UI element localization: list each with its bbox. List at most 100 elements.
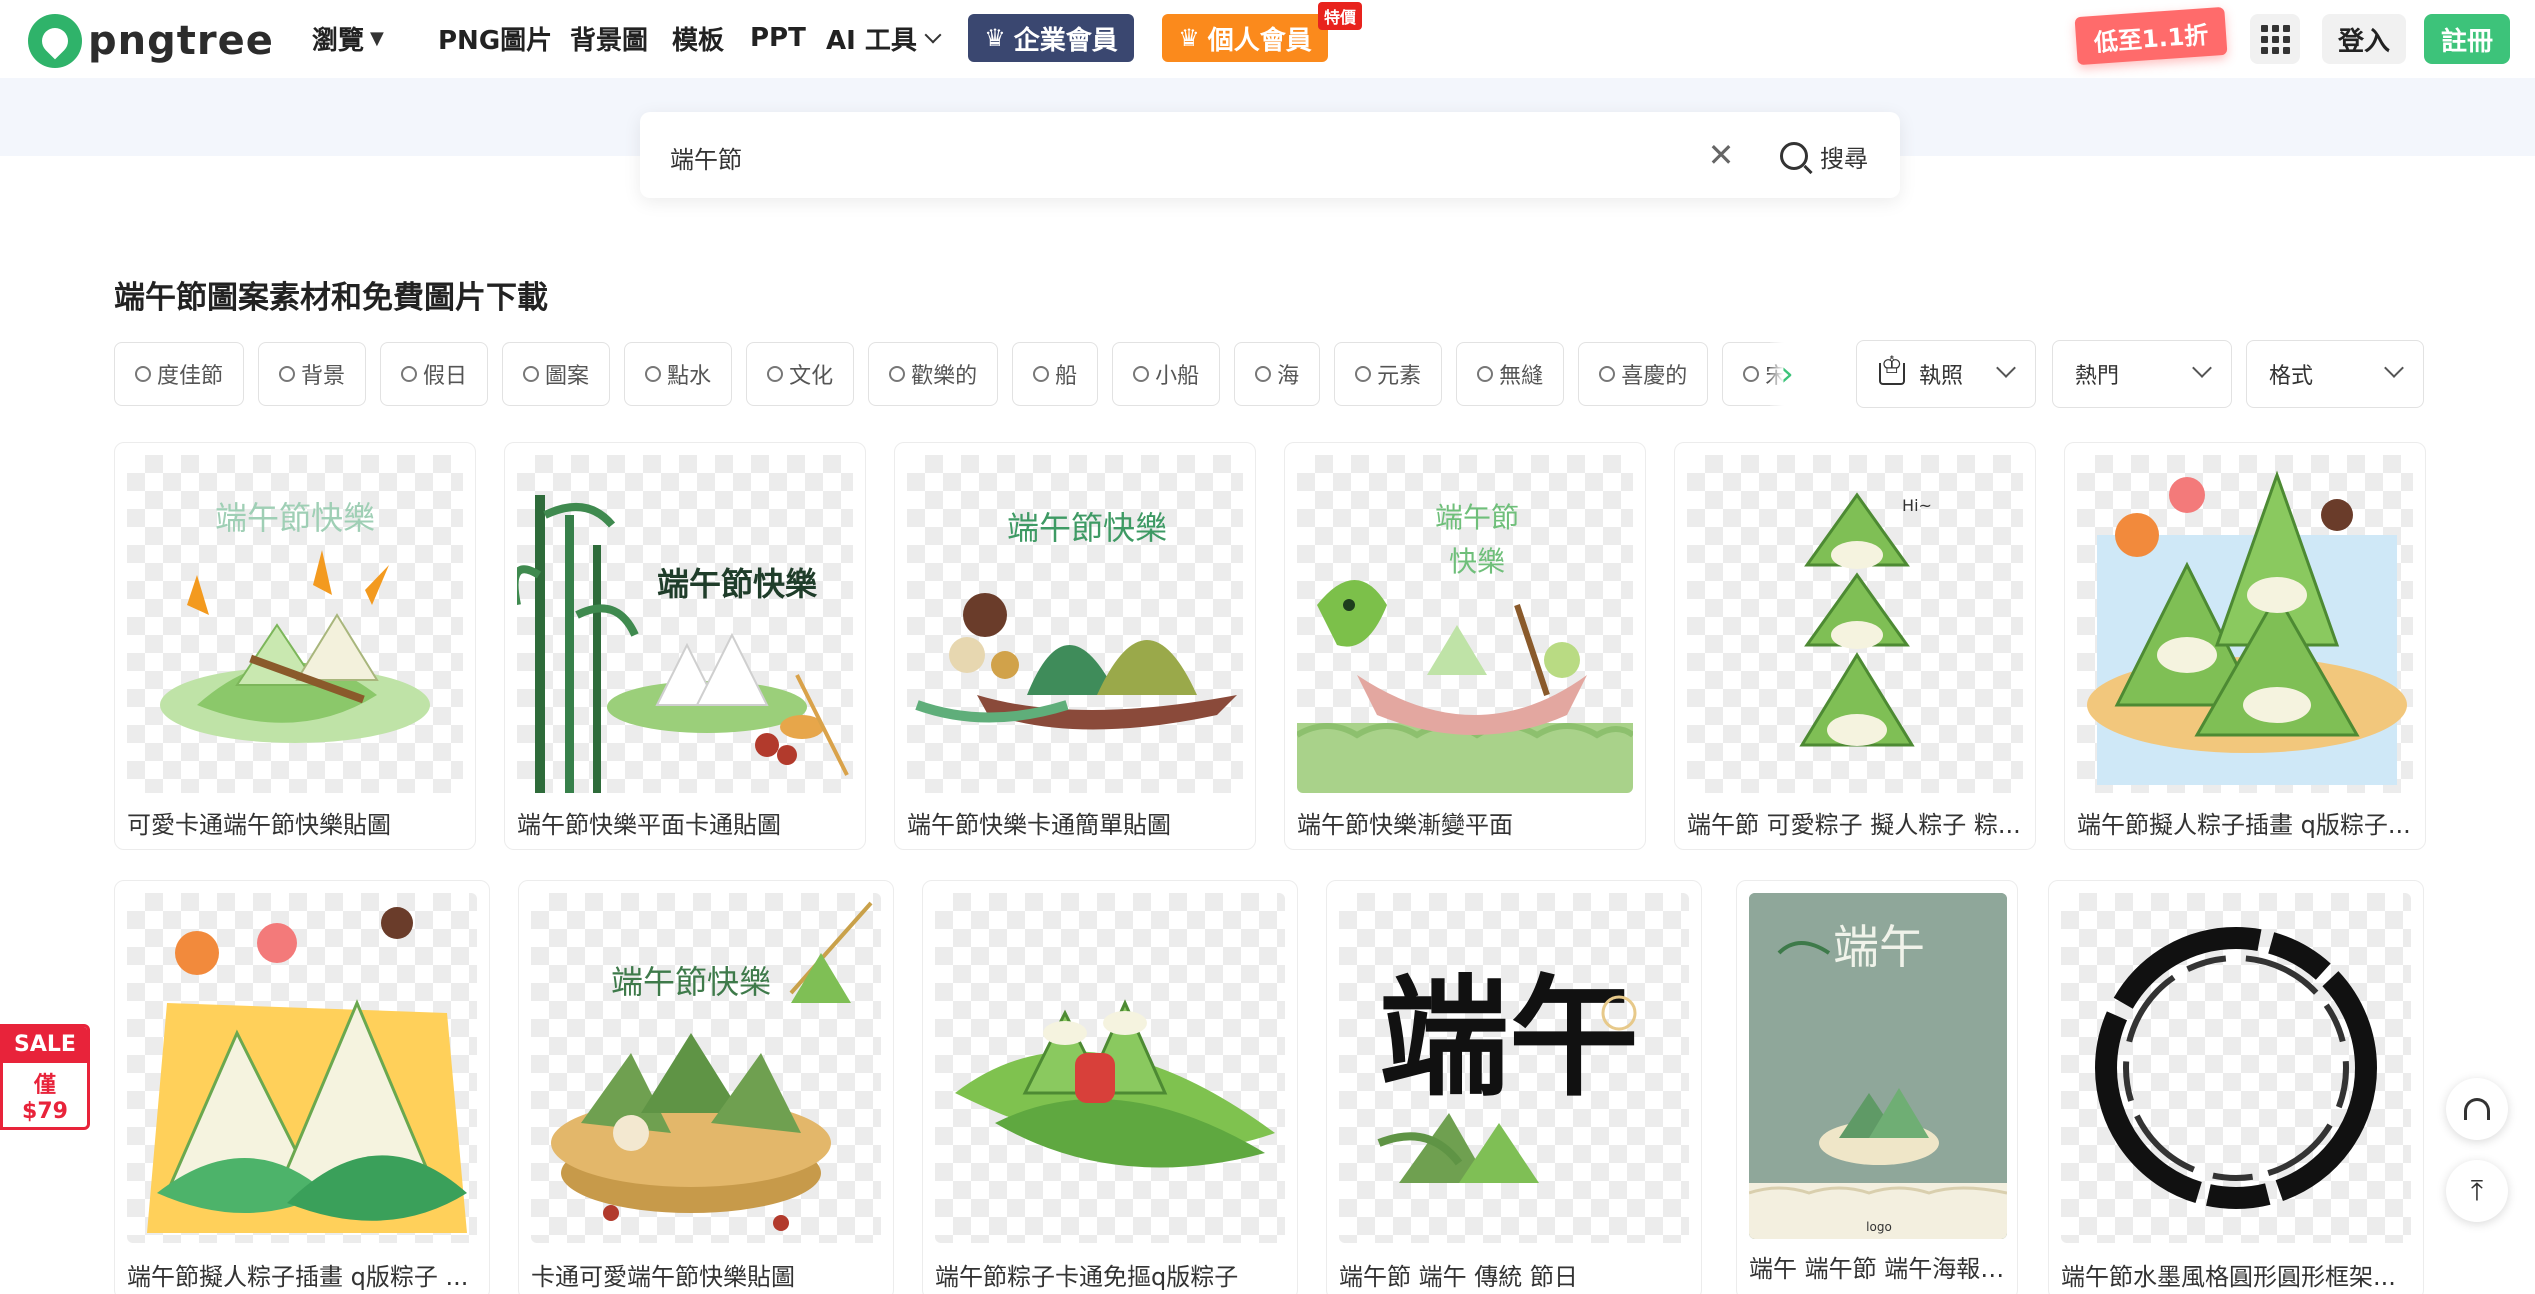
tag-chip[interactable]: 船 xyxy=(1012,342,1099,406)
tag-chip[interactable]: 點水 xyxy=(624,342,733,406)
pngtree-logo[interactable]: pngtree xyxy=(28,14,274,68)
image-card[interactable]: 端午節擬人粽子插畫 q版粽子... xyxy=(2064,442,2426,850)
card-title[interactable]: 端午節 可愛粽子 擬人粽子 粽... xyxy=(1687,805,2023,840)
tag-chip[interactable]: 無縫 xyxy=(1456,342,1565,406)
card-title[interactable]: 端午節水墨風格圓形圓形框架... xyxy=(2061,1257,2411,1292)
chevron-down-icon xyxy=(2192,358,2212,378)
tag-chip[interactable]: 喜慶的 xyxy=(1578,342,1709,406)
tag-chip[interactable]: 歡樂的 xyxy=(868,342,999,406)
card-title[interactable]: 端午節快樂卡通簡單貼圖 xyxy=(907,805,1243,840)
nav-browse[interactable]: 瀏覽 ▼ xyxy=(312,18,384,58)
zongzi-characters-illustration xyxy=(147,907,467,1233)
crown-icon: ♛ xyxy=(1178,24,1200,52)
card-title[interactable]: 端午 端午節 端午海報 ... xyxy=(1749,1249,2007,1284)
image-card[interactable]: 端午節水墨風格圓形圓形框架... xyxy=(2048,880,2424,1294)
tag-label: 文化 xyxy=(789,364,834,389)
search-button[interactable]: 搜尋 xyxy=(1780,134,1868,178)
card-thumbnail[interactable]: 端午節 快樂 xyxy=(1297,455,1633,793)
search-icon xyxy=(1743,366,1760,382)
card-thumbnail[interactable] xyxy=(935,893,1285,1243)
card-thumbnail[interactable]: 端午 xyxy=(1339,893,1689,1243)
tag-chip[interactable]: 小船 xyxy=(1112,342,1221,406)
sale-price: $79 xyxy=(22,1099,68,1124)
tag-chip[interactable]: 海 xyxy=(1234,342,1321,406)
card-thumbnail[interactable]: Hi~ xyxy=(1687,455,2023,793)
related-tags: 度佳節 背景 假日 圖案 點水 文化 歡樂的 船 小船 海 元素 無縫 喜慶的 … xyxy=(114,342,1804,406)
tag-chip[interactable]: 假日 xyxy=(380,342,489,406)
sale-float-banner[interactable]: SALE 僅 $79 xyxy=(0,1024,90,1130)
card-thumbnail[interactable]: 端午節快樂 xyxy=(531,893,881,1243)
tag-chip[interactable]: 圖案 xyxy=(502,342,611,406)
image-card[interactable]: 端午節粽子卡通免摳q版粽子 xyxy=(922,880,1298,1294)
nav-ai-tools[interactable]: AI 工具 xyxy=(826,18,942,58)
license-filter[interactable]: 執照 xyxy=(1856,340,2036,408)
license-filter-label: 執照 xyxy=(1919,364,1964,389)
headset-icon xyxy=(2464,1098,2490,1120)
card-title[interactable]: 可愛卡通端午節快樂貼圖 xyxy=(127,805,463,840)
image-card[interactable]: 端午節 快樂 端午節快樂漸變平面 xyxy=(1284,442,1646,850)
customer-service-button[interactable] xyxy=(2446,1078,2508,1140)
svg-text:端午節快樂: 端午節快樂 xyxy=(657,565,818,603)
nav-backgrounds[interactable]: 背景圖 xyxy=(570,18,648,58)
arrow-up-icon: ⤒ xyxy=(2470,1174,2484,1207)
tag-chip[interactable]: 度佳節 xyxy=(114,342,245,406)
card-title[interactable]: 端午節擬人粽子插畫 q版粽子 ... xyxy=(127,1257,477,1292)
tag-label: 海 xyxy=(1277,364,1300,389)
steamer-zongzi-illustration: 端午節快樂 xyxy=(551,901,873,1231)
svg-text:端午: 端午 xyxy=(1833,920,1925,974)
tag-chip[interactable]: 元素 xyxy=(1334,342,1443,406)
image-card[interactable]: 端午節快樂 卡通可愛端午節快樂貼圖 xyxy=(518,880,894,1294)
image-card[interactable]: 端午節快樂 端午節快樂卡通簡單貼圖 xyxy=(894,442,1256,850)
search-icon xyxy=(1599,366,1616,382)
card-title[interactable]: 端午節快樂漸變平面 xyxy=(1297,805,1633,840)
image-card[interactable]: 端午節快樂 端午節快樂平面卡通貼圖 xyxy=(504,442,866,850)
card-title[interactable]: 卡通可愛端午節快樂貼圖 xyxy=(531,1257,881,1292)
login-button[interactable]: 登入 xyxy=(2322,14,2406,64)
card-title[interactable]: 端午節粽子卡通免摳q版粽子 xyxy=(935,1257,1285,1292)
personal-member-button[interactable]: ♛ 個人會員 xyxy=(1162,14,1328,62)
calligraphy-duanwu-illustration: 端午 xyxy=(1377,961,1639,1183)
card-thumbnail[interactable]: 端午 logo xyxy=(1749,893,2007,1239)
apps-grid-icon[interactable] xyxy=(2250,14,2300,64)
enterprise-member-button[interactable]: ♛ 企業會員 xyxy=(968,14,1134,62)
nav-png[interactable]: PNG圖片 xyxy=(438,18,552,58)
image-card[interactable]: 端午 logo 端午 端午節 端午海報 ... xyxy=(1736,880,2018,1294)
chevron-right-icon[interactable]: › xyxy=(1770,342,1804,406)
top-header: pngtree 瀏覽 ▼ PNG圖片 背景圖 模板 PPT AI 工具 ♛ 企業會… xyxy=(0,0,2535,78)
crown-icon xyxy=(1879,351,1905,385)
register-button[interactable]: 註冊 xyxy=(2424,14,2510,64)
card-thumbnail[interactable]: 端午節快樂 xyxy=(517,455,853,793)
discount-promo-button[interactable]: 低至1.1折 xyxy=(2074,6,2228,66)
search-input[interactable]: 端午節 xyxy=(670,140,742,175)
enterprise-member-label: 企業會員 xyxy=(1013,25,1118,56)
dragon-boat-illustration: 端午節 快樂 xyxy=(1297,501,1633,793)
format-filter-label: 格式 xyxy=(2269,364,2314,389)
nav-ppt[interactable]: PPT xyxy=(750,18,806,58)
image-card[interactable]: 端午節快樂 可愛卡通端午節快樂貼圖 xyxy=(114,442,476,850)
search-icon xyxy=(401,366,418,382)
tag-chip[interactable]: 文化 xyxy=(746,342,855,406)
image-card[interactable]: Hi~ 端午節 可愛粽子 擬人粽子 粽... xyxy=(1674,442,2036,850)
format-filter[interactable]: 格式 xyxy=(2246,340,2424,408)
tag-label: 船 xyxy=(1055,364,1078,389)
image-card[interactable]: 端午節擬人粽子插畫 q版粽子 ... xyxy=(114,880,490,1294)
card-title[interactable]: 端午節擬人粽子插畫 q版粽子... xyxy=(2077,805,2413,840)
back-to-top-button[interactable]: ⤒ xyxy=(2446,1160,2508,1222)
close-icon[interactable]: ✕ xyxy=(1704,138,1738,172)
card-thumbnail[interactable] xyxy=(2077,455,2413,793)
card-thumbnail[interactable] xyxy=(2061,893,2411,1243)
tag-label: 元素 xyxy=(1377,364,1422,389)
duanwu-poster-illustration: 端午 logo xyxy=(1749,893,2007,1239)
sort-filter[interactable]: 熱門 xyxy=(2052,340,2232,408)
nav-templates[interactable]: 模板 xyxy=(672,18,724,58)
card-thumbnail[interactable] xyxy=(127,893,477,1243)
tag-label: 點水 xyxy=(667,364,712,389)
card-thumbnail[interactable]: 端午節快樂 xyxy=(127,455,463,793)
card-title[interactable]: 端午節快樂平面卡通貼圖 xyxy=(517,805,853,840)
chevron-down-icon xyxy=(1996,358,2016,378)
tag-chip[interactable]: 背景 xyxy=(258,342,367,406)
card-title[interactable]: 端午節 端午 傳統 節日 xyxy=(1339,1257,1689,1292)
card-thumbnail[interactable]: 端午節快樂 xyxy=(907,455,1243,793)
tag-label: 歡樂的 xyxy=(911,364,978,389)
image-card[interactable]: 端午 端午節 端午 傳統 節日 xyxy=(1326,880,1702,1294)
